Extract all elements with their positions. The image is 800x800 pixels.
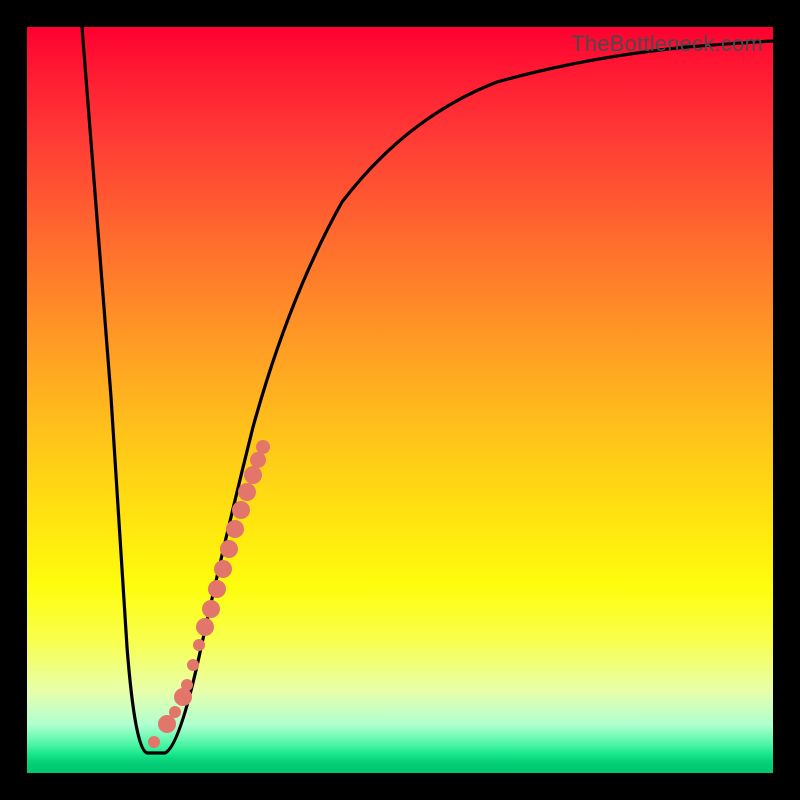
marker-group — [148, 440, 270, 748]
curve-marker — [256, 440, 270, 454]
curve-marker — [250, 452, 266, 468]
plot-area: TheBottleneck.com — [27, 27, 773, 773]
curve-marker — [220, 540, 238, 558]
curve-marker — [196, 618, 214, 636]
curve-marker — [226, 520, 244, 538]
curve-marker — [193, 639, 205, 651]
curve-marker — [181, 679, 193, 691]
curve-marker — [174, 688, 192, 706]
curve-marker — [238, 483, 256, 501]
bottleneck-curve-svg — [27, 27, 773, 773]
watermark-text: TheBottleneck.com — [571, 31, 763, 57]
curve-marker — [202, 600, 220, 618]
curve-marker — [214, 560, 232, 578]
chart-frame: TheBottleneck.com — [0, 0, 800, 800]
curve-marker — [208, 580, 226, 598]
curve-marker — [187, 659, 199, 671]
curve-marker — [148, 736, 160, 748]
bottleneck-curve-path — [82, 27, 773, 753]
curve-marker — [232, 501, 250, 519]
curve-marker — [169, 706, 181, 718]
curve-marker — [244, 466, 262, 484]
